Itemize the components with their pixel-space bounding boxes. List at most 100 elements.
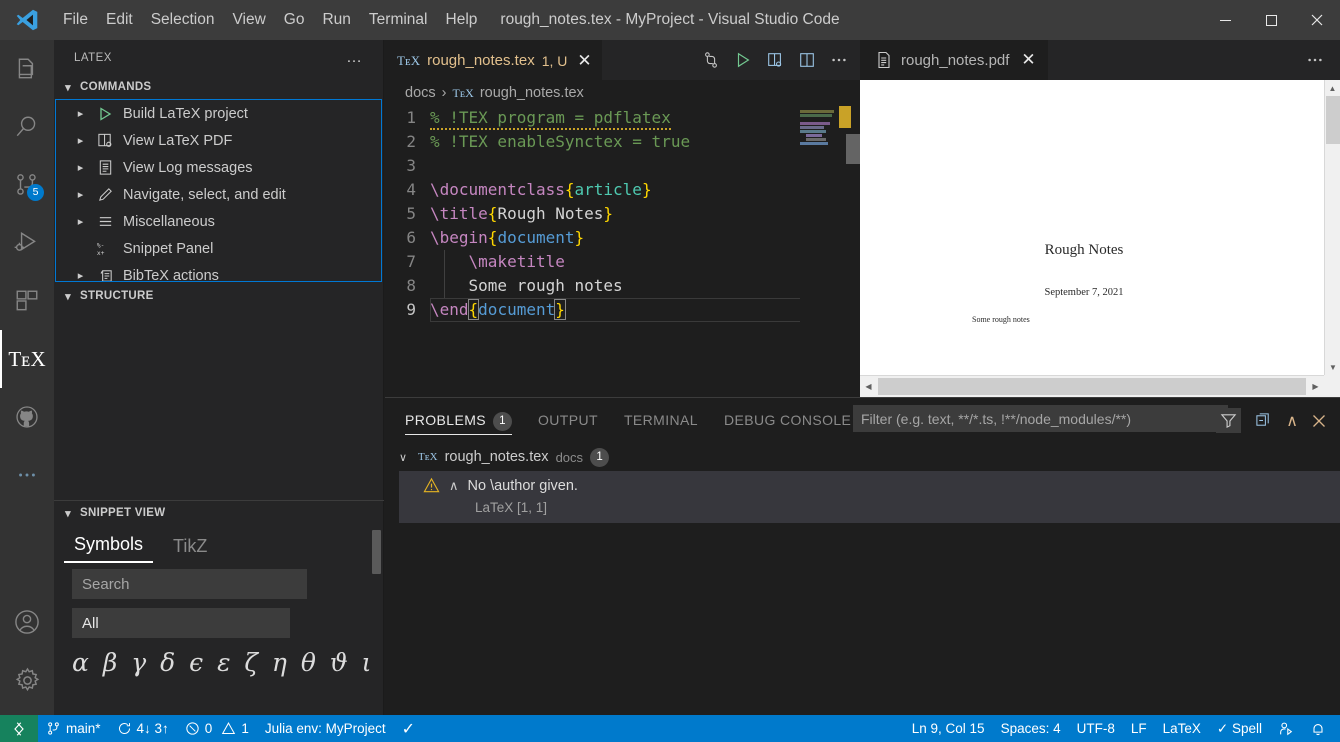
status-language-mode[interactable]: LaTeX — [1155, 715, 1209, 742]
commands-list: ▸ Build LaTeX project ▸ View LaTeX PDF ▸ — [55, 99, 382, 282]
status-branch[interactable]: main* — [38, 715, 109, 742]
problem-file-folder: docs — [555, 449, 584, 465]
status-cursor-position[interactable]: Ln 9, Col 15 — [904, 715, 993, 742]
sidebar-more-icon[interactable]: … — [346, 49, 363, 67]
status-eol[interactable]: LF — [1123, 715, 1155, 742]
menu-terminal[interactable]: Terminal — [360, 0, 437, 40]
pdf-vertical-scrollbar[interactable]: ▲ ▼ — [1324, 80, 1340, 375]
pdf-horizontal-scrollbar[interactable]: ◀ ▶ — [860, 375, 1324, 397]
snippet-category-select[interactable]: All — [72, 608, 290, 638]
code-line[interactable]: 5 \title{Rough Notes} — [385, 202, 860, 226]
problem-entry[interactable]: ∧ No \author given. LaTeX [1, 1] — [385, 471, 1340, 523]
breadcrumb-folder[interactable]: docs — [405, 85, 436, 101]
command-view-latex-pdf[interactable]: ▸ View LaTeX PDF — [56, 127, 381, 154]
activity-settings-icon[interactable] — [0, 651, 54, 709]
pdf-viewer[interactable]: Rough Notes September 7, 2021 Some rough… — [860, 80, 1340, 397]
clear-problems-icon[interactable] — [1255, 412, 1272, 429]
maximize-button[interactable] — [1248, 0, 1294, 40]
scroll-up-icon[interactable]: ▲ — [1325, 80, 1340, 96]
code-line[interactable]: 1 % !TEX program = pdflatex — [385, 106, 860, 130]
activity-accounts-icon[interactable] — [0, 593, 54, 651]
activity-run-debug-icon[interactable] — [0, 214, 54, 272]
code-line[interactable]: 7 \maketitle — [385, 250, 860, 274]
menu-view[interactable]: View — [223, 0, 274, 40]
editor-vertical-scrollbar[interactable] — [846, 134, 860, 164]
pdf-hscroll-thumb[interactable] — [878, 378, 1306, 395]
activity-more-icon[interactable] — [0, 446, 54, 504]
menu-help[interactable]: Help — [437, 0, 487, 40]
problems-filter-box[interactable] — [853, 405, 1228, 432]
menu-go[interactable]: Go — [275, 0, 314, 40]
close-panel-icon[interactable] — [1312, 414, 1326, 428]
editor-more-actions-icon[interactable] — [830, 51, 848, 69]
problem-expand-caret[interactable]: ∧ — [449, 478, 459, 494]
activity-explorer-icon[interactable] — [0, 40, 54, 98]
pdf-vscroll-thumb[interactable] — [1326, 96, 1340, 144]
menu-run[interactable]: Run — [313, 0, 359, 40]
close-button[interactable] — [1294, 0, 1340, 40]
tab-symbols[interactable]: Symbols — [64, 534, 154, 563]
code-line[interactable]: 3 — [385, 154, 860, 178]
remote-indicator[interactable] — [0, 715, 38, 742]
minimize-button[interactable] — [1202, 0, 1248, 40]
status-problems[interactable]: 0 1 — [177, 715, 257, 742]
status-check[interactable]: ✓ — [394, 715, 423, 742]
scroll-right-icon[interactable]: ▶ — [1307, 382, 1324, 391]
menu-file[interactable]: File — [54, 0, 97, 40]
tab-problems[interactable]: PROBLEMS 1 — [405, 398, 512, 443]
tab-debug-console[interactable]: DEBUG CONSOLE — [724, 398, 851, 443]
command-view-log-messages[interactable]: ▸ View Log messages — [56, 154, 381, 181]
problems-filter-input[interactable] — [861, 410, 1220, 427]
activity-extensions-icon[interactable] — [0, 272, 54, 330]
code-line[interactable]: 6 \begin{document} — [385, 226, 860, 250]
section-structure[interactable]: ▾ STRUCTURE — [54, 284, 383, 308]
greek-symbols-row[interactable]: α β γ δ ϵ ε ζ η θ ϑ ι κ λ μ — [72, 648, 462, 677]
activity-latex-icon[interactable]: TᴇX — [0, 330, 54, 388]
activity-source-control-icon[interactable]: 5 — [0, 156, 54, 214]
pdf-page: Rough Notes September 7, 2021 Some rough… — [860, 80, 1324, 375]
tab-output[interactable]: OUTPUT — [538, 398, 598, 443]
code-line[interactable]: 4 \documentclass{article} — [385, 178, 860, 202]
scroll-down-icon[interactable]: ▼ — [1325, 359, 1340, 375]
scroll-left-icon[interactable]: ◀ — [860, 382, 877, 391]
command-snippet-panel[interactable]: %- x+ Snippet Panel — [56, 235, 381, 262]
tab-rough-notes-pdf[interactable]: rough_notes.pdf ✕ — [860, 40, 1048, 80]
section-snippet-view[interactable]: ▾ SNIPPET VIEW — [54, 501, 384, 525]
menu-edit[interactable]: Edit — [97, 0, 142, 40]
command-miscellaneous[interactable]: ▸ Miscellaneous — [56, 208, 381, 235]
collapse-panel-icon[interactable]: ∧ — [1286, 411, 1298, 431]
activity-search-icon[interactable] — [0, 98, 54, 156]
tab-rough-notes-tex[interactable]: TᴇX rough_notes.tex 1, U ✕ — [385, 40, 602, 80]
build-latex-icon[interactable] — [734, 51, 752, 69]
status-notifications-icon[interactable] — [1302, 715, 1340, 742]
section-commands[interactable]: ▾ COMMANDS — [54, 75, 383, 99]
code-line[interactable]: 8 Some rough notes — [385, 274, 860, 298]
status-encoding[interactable]: UTF-8 — [1069, 715, 1123, 742]
snippet-search-input[interactable] — [72, 569, 307, 599]
view-pdf-icon[interactable] — [766, 51, 784, 69]
pdf-more-actions-icon[interactable] — [1306, 40, 1340, 80]
command-build-latex-project[interactable]: ▸ Build LaTeX project — [56, 100, 381, 127]
status-julia-env[interactable]: Julia env: MyProject — [257, 715, 394, 742]
code-area[interactable]: 1 % !TEX program = pdflatex 2 % !TEX enable… — [385, 106, 860, 397]
tab-terminal[interactable]: TERMINAL — [624, 398, 698, 443]
status-sync[interactable]: 4↓ 3↑ — [109, 715, 177, 742]
synctex-icon[interactable] — [702, 51, 720, 69]
filter-icon[interactable] — [1216, 408, 1242, 433]
split-editor-icon[interactable] — [798, 51, 816, 69]
line-content: \begin{document} — [430, 228, 585, 247]
status-spell-checker[interactable]: ✓ Spell — [1209, 715, 1270, 742]
status-indentation[interactable]: Spaces: 4 — [993, 715, 1069, 742]
status-live-share-icon[interactable] — [1270, 715, 1302, 742]
command-navigate-select-edit[interactable]: ▸ Navigate, select, and edit — [56, 181, 381, 208]
menu-selection[interactable]: Selection — [142, 0, 224, 40]
tab-tikz[interactable]: TikZ — [163, 536, 217, 563]
breadcrumb-file[interactable]: rough_notes.tex — [480, 85, 584, 101]
minimap[interactable] — [800, 106, 838, 397]
close-icon[interactable]: ✕ — [1021, 50, 1035, 70]
code-line[interactable]: 2 % !TEX enableSynctex = true — [385, 130, 860, 154]
close-icon[interactable]: ✕ — [577, 51, 591, 71]
problem-file-row[interactable]: ∨ TᴇX rough_notes.tex docs 1 — [385, 443, 1340, 471]
command-bibtex-actions[interactable]: ▸ BibTeX actions — [56, 262, 381, 281]
activity-github-icon[interactable] — [0, 388, 54, 446]
